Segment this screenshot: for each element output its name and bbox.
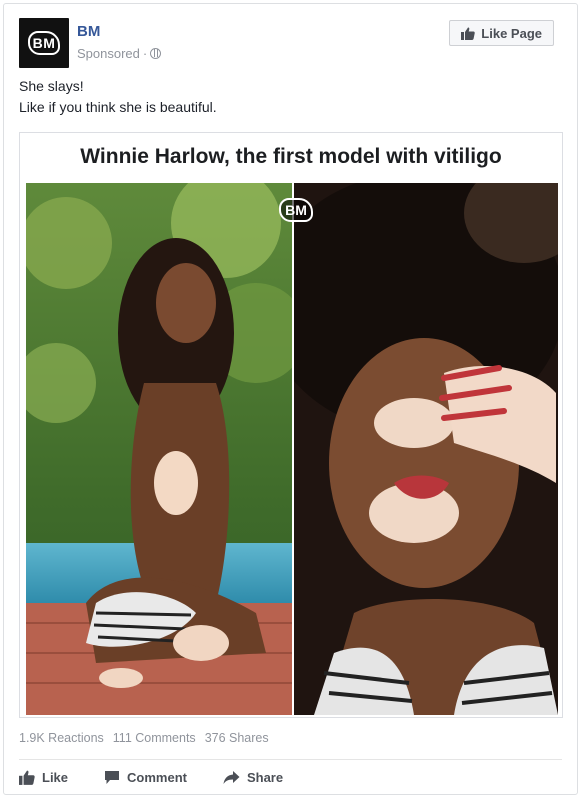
caption-line: She slays! bbox=[19, 78, 84, 94]
post-caption: She slays! Like if you think she is beau… bbox=[19, 76, 217, 118]
poolside-photo-illustration bbox=[26, 183, 292, 715]
comment-bubble-icon bbox=[105, 770, 120, 784]
photo-closeup bbox=[294, 183, 558, 715]
like-page-button[interactable]: Like Page bbox=[449, 20, 554, 46]
image-title: Winnie Harlow, the first model with viti… bbox=[80, 145, 502, 168]
globe-icon bbox=[150, 48, 162, 59]
like-button[interactable]: Like bbox=[19, 767, 68, 787]
page-name-link[interactable]: BM bbox=[77, 23, 100, 40]
actions-divider bbox=[19, 759, 562, 760]
like-label: Like bbox=[42, 769, 69, 785]
comment-button[interactable]: Comment bbox=[104, 767, 187, 787]
share-arrow-icon bbox=[223, 770, 240, 784]
sponsored-post-card: BM BM Sponsored · Like Page She slays! L… bbox=[3, 3, 578, 795]
photo-poolside bbox=[26, 183, 292, 715]
shares-count[interactable]: 376 Shares bbox=[205, 731, 269, 745]
post-header: BM BM Sponsored · Like Page bbox=[19, 18, 564, 68]
thumbs-up-icon bbox=[19, 770, 35, 785]
page-avatar[interactable]: BM bbox=[19, 18, 69, 68]
post-image[interactable]: Winnie Harlow, the first model with viti… bbox=[19, 132, 563, 718]
sponsored-label[interactable]: Sponsored bbox=[77, 46, 140, 61]
post-meta: Sponsored · bbox=[77, 46, 162, 61]
share-label: Share bbox=[246, 769, 284, 785]
thumbs-up-icon bbox=[461, 27, 476, 40]
watermark-text: BM bbox=[279, 198, 313, 222]
brand-watermark: BM bbox=[268, 195, 324, 225]
avatar-logo-text: BM bbox=[27, 31, 61, 55]
like-page-label: Like Page bbox=[481, 25, 542, 41]
comments-count[interactable]: 111 Comments bbox=[113, 731, 196, 745]
post-actions-bar: Like Comment Share bbox=[19, 767, 319, 787]
engagement-stats: 1.9K Reactions 111 Comments 376 Shares bbox=[19, 731, 269, 745]
reactions-count[interactable]: 1.9K Reactions bbox=[19, 731, 104, 745]
meta-separator: · bbox=[142, 46, 148, 61]
closeup-photo-illustration bbox=[294, 183, 558, 715]
share-button[interactable]: Share bbox=[223, 767, 283, 787]
comment-label: Comment bbox=[127, 769, 187, 785]
caption-line: Like if you think she is beautiful. bbox=[19, 99, 217, 115]
